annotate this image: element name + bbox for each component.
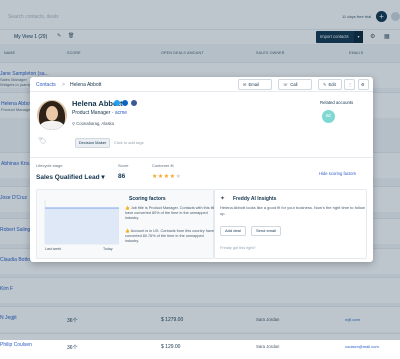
chevron-down-icon: ▾ [101, 174, 105, 181]
call-button[interactable]: ☏ Call [278, 79, 312, 90]
breadcrumb-current: Helena Abbott [70, 82, 102, 88]
contact-photo [37, 100, 67, 130]
company-link[interactable]: acme [115, 110, 127, 116]
phone-icon: ☏ [283, 82, 289, 87]
twitter-icon[interactable] [114, 100, 120, 106]
lifecycle-stage-dropdown[interactable]: Sales Qualified Lead ▾ [36, 173, 105, 181]
social-links [114, 100, 138, 106]
contact-title-line: Product Manager · acme [72, 110, 128, 116]
freddy-ai-title: Freddy AI Insights [233, 196, 277, 202]
open-deals-cell: $ 129.00 [161, 344, 181, 350]
contact-name-link[interactable]: Philip Coulsen [0, 342, 32, 348]
location-pin-icon: ⚲ [72, 121, 76, 126]
edit-button[interactable]: ✎ Edit [318, 79, 342, 90]
breadcrumb-contacts-link[interactable]: Contacts [36, 82, 56, 88]
quick-view-header: Contacts > Helena Abbott ✉ Email ☏ Call ✎ E… [30, 77, 373, 92]
chart-label-left: Last week [45, 247, 61, 251]
freddy-ai-icon: ✦ [220, 196, 226, 202]
add-tags-input[interactable]: Click to add tags [114, 140, 144, 145]
scoring-factor-item: 👍 Account is in US. Contacts from this c… [125, 229, 214, 243]
score-trend-area [45, 208, 119, 244]
email-cell[interactable]: coulsen@mail.com [345, 344, 379, 349]
score-cell: 36个 [67, 345, 78, 351]
customer-fit-label: Customer fit [152, 163, 174, 168]
mail-icon: ✉ [243, 82, 247, 87]
linkedin-icon[interactable] [122, 100, 129, 106]
decision-maker-tag[interactable]: Decision Maker [75, 138, 110, 148]
freddy-feedback-prompt: Freddy got this right? [220, 246, 256, 250]
score-trend-chart: Last week Today [44, 200, 119, 251]
customer-fit-stars: ★★★★★ [152, 173, 181, 180]
settings-gear-icon[interactable]: ⚙ [358, 79, 369, 90]
breadcrumb-separator: > [62, 82, 65, 88]
thumbs-up-icon: 👍 [125, 229, 130, 233]
send-email-button[interactable]: Send email [251, 226, 282, 236]
related-accounts-title: Related accounts [320, 100, 354, 105]
add-deal-button[interactable]: Add deal [220, 226, 246, 236]
lifecycle-label: Lifecycle stage [36, 163, 63, 168]
sales-owner-cell: Sara Jordan [256, 344, 280, 349]
more-actions-button[interactable]: ⋮ [344, 79, 355, 90]
thumbs-up-icon: 👍 [125, 206, 130, 210]
chart-label-right: Today [103, 247, 113, 251]
pencil-icon: ✎ [323, 82, 327, 87]
score-label: Score [118, 163, 129, 168]
scoring-factors-panel: Last week Today Scoring factors 👍 Job ti… [36, 189, 217, 259]
scoring-factor-item: 👍 Job title is Product Manager. Contacts… [125, 206, 217, 220]
freddy-ai-text: Helena Abbott looks like a good fit for … [220, 205, 365, 216]
freddy-ai-panel: ✦ Freddy AI Insights Helena Abbott looks… [214, 189, 367, 259]
divider [30, 157, 373, 158]
contact-location: ⚲ Coonabarag, Alaska [72, 121, 114, 126]
related-account-avatar[interactable]: ac [322, 110, 335, 123]
star-icon: ★ [175, 174, 182, 180]
email-button[interactable]: ✉ Email [238, 79, 272, 90]
contact-quick-view: Contacts > Helena Abbott ✉ Email ☏ Call ✎ E… [30, 77, 373, 262]
scoring-factors-title: Scoring factors [129, 196, 166, 202]
score-value: 86 [118, 173, 126, 180]
tag-icon: 🏷 [38, 138, 47, 145]
hide-scoring-factors-link[interactable]: Hide scoring factors [319, 171, 356, 176]
facebook-icon[interactable] [130, 100, 137, 106]
